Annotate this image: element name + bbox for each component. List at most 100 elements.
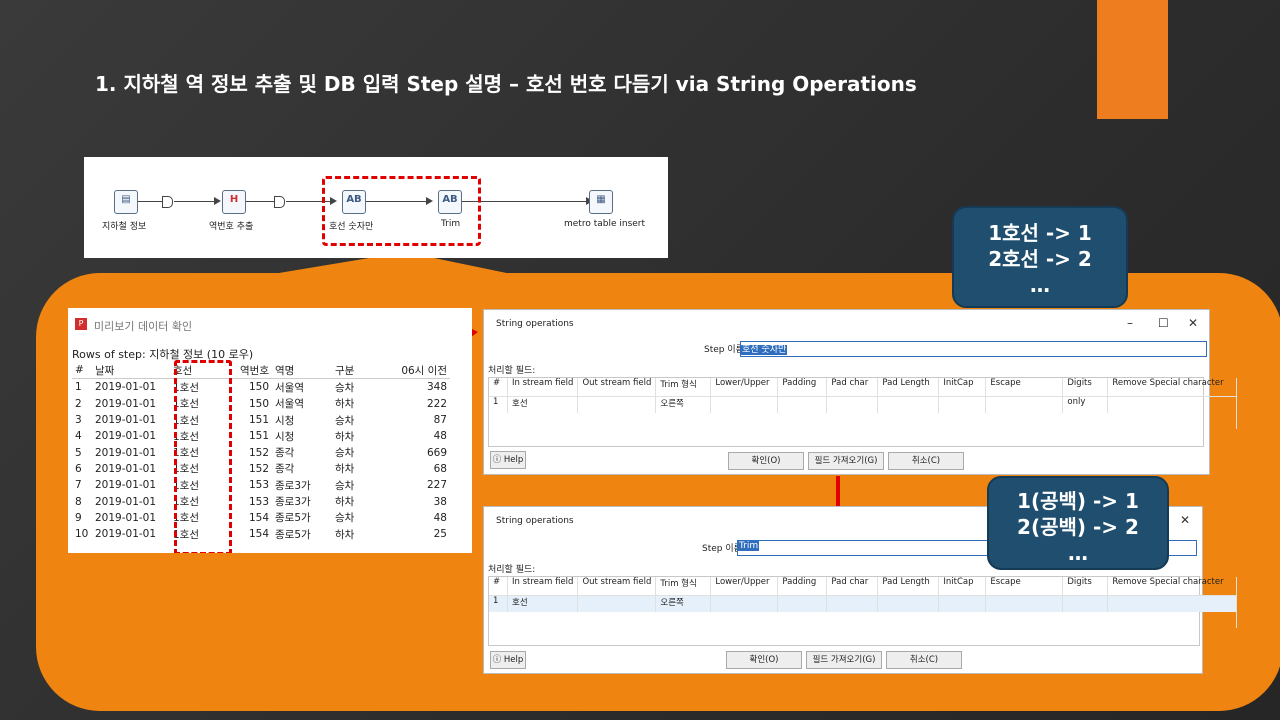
- cancel-button[interactable]: 취소(C): [888, 452, 964, 470]
- grid-col-header[interactable]: Pad Length: [877, 577, 940, 596]
- callout-2: 1(공백) -> 1 2(공백) -> 2 …: [987, 476, 1169, 570]
- col-header[interactable]: #: [72, 362, 92, 380]
- get-fields-button[interactable]: 필드 가져오기(G): [806, 651, 882, 669]
- grid-cell[interactable]: [877, 396, 940, 413]
- close-icon[interactable]: ✕: [1188, 316, 1198, 330]
- callout-line: 2(공백) -> 2: [1017, 515, 1139, 539]
- table-cell: 153: [248, 495, 269, 508]
- dialog-title: String operations: [496, 319, 574, 329]
- split-field-icon[interactable]: H: [222, 190, 246, 214]
- table-cell: 68: [433, 462, 447, 475]
- grid-cell[interactable]: [877, 595, 940, 612]
- grid-cell[interactable]: 호선: [507, 396, 579, 413]
- ok-button[interactable]: 확인(O): [726, 651, 802, 669]
- grid-col-header[interactable]: In stream field: [507, 577, 579, 596]
- table-header: # 날짜 호선 역번호 역명 구분 06시 이전: [72, 362, 450, 380]
- table-cell: 25: [433, 528, 447, 541]
- grid-col-header[interactable]: Trim 형식: [655, 378, 712, 397]
- preview-window: P 미리보기 데이터 확인 Rows of step: 지하철 정보 (10 로…: [68, 308, 472, 553]
- grid-cell[interactable]: [710, 595, 779, 612]
- grid-cell[interactable]: [710, 396, 779, 413]
- grid-cell[interactable]: [985, 396, 1064, 413]
- grid-cell[interactable]: [938, 595, 987, 612]
- help-button[interactable]: ⓘ Help: [490, 451, 526, 469]
- grid-col-header[interactable]: Trim 형식: [655, 577, 712, 596]
- grid-cell[interactable]: [577, 595, 657, 612]
- table-row[interactable]: 10 2019-01-01 1호선 154 종로5가 하차 25: [72, 526, 450, 542]
- grid-col-header[interactable]: Digits: [1062, 577, 1109, 596]
- table-cell: 시청: [275, 430, 295, 443]
- grid-col-header[interactable]: Pad char: [826, 577, 879, 596]
- table-row[interactable]: 8 2019-01-01 1호선 153 종로3가 하차 38: [72, 493, 450, 509]
- grid-cell[interactable]: 1: [489, 595, 508, 612]
- grid-cell[interactable]: [1062, 595, 1109, 612]
- hop-icon: [162, 196, 173, 208]
- grid-cell[interactable]: [826, 396, 879, 413]
- grid-col-header[interactable]: Remove Special character: [1107, 577, 1238, 596]
- table-row[interactable]: 5 2019-01-01 1호선 152 종각 승차 669: [72, 444, 450, 460]
- grid-col-header[interactable]: Padding: [777, 378, 828, 397]
- grid-col-header[interactable]: Remove Special character: [1107, 378, 1238, 397]
- col-header[interactable]: 구분: [332, 362, 388, 380]
- table-row[interactable]: 3 2019-01-01 1호선 151 시청 승차 87: [72, 412, 450, 428]
- grid-cell[interactable]: 1: [489, 396, 508, 413]
- grid-cell[interactable]: 호선: [507, 595, 579, 612]
- grid-col-header[interactable]: Escape: [985, 378, 1064, 397]
- grid-cell[interactable]: [777, 595, 828, 612]
- table-output-icon[interactable]: ▦: [589, 190, 613, 214]
- table-cell: 2019-01-01: [95, 495, 157, 508]
- grid-cell[interactable]: [938, 396, 987, 413]
- grid-col-header[interactable]: Escape: [985, 577, 1064, 596]
- help-button[interactable]: ⓘ Help: [490, 651, 526, 669]
- step-name-input[interactable]: 호선 숫자만: [740, 341, 1207, 357]
- col-header[interactable]: 역명: [272, 362, 332, 380]
- ok-button[interactable]: 확인(O): [728, 452, 804, 470]
- grid-col-header[interactable]: Out stream field: [577, 378, 657, 397]
- fields-label: 처리할 필드:: [488, 366, 536, 376]
- grid-cell[interactable]: [985, 595, 1064, 612]
- col-header[interactable]: 06시 이전: [388, 362, 450, 380]
- grid-cell[interactable]: [777, 396, 828, 413]
- col-header[interactable]: 역번호: [228, 362, 272, 380]
- grid-cell[interactable]: [1107, 396, 1238, 413]
- table-cell: 227: [426, 479, 447, 492]
- grid-cell[interactable]: [577, 396, 657, 413]
- get-fields-button[interactable]: 필드 가져오기(G): [808, 452, 884, 470]
- minimize-icon[interactable]: –: [1127, 316, 1133, 330]
- table-cell: 669: [426, 446, 447, 459]
- grid-col-header[interactable]: Pad char: [826, 378, 879, 397]
- grid-col-header[interactable]: Lower/Upper: [710, 577, 779, 596]
- grid-cell[interactable]: 오른쪽: [655, 595, 712, 612]
- table-row[interactable]: 9 2019-01-01 1호선 154 종로5가 승차 48: [72, 510, 450, 526]
- table-cell: 152: [248, 446, 269, 459]
- table-row[interactable]: 7 2019-01-01 1호선 153 종로3가 승차 227: [72, 477, 450, 493]
- grid-cell[interactable]: 오른쪽: [655, 396, 712, 413]
- table-row[interactable]: 6 2019-01-01 1호선 152 종각 하차 68: [72, 461, 450, 477]
- table-row: 1 호선 오른쪽 only: [489, 396, 1238, 413]
- fields-grid[interactable]: # In stream field Out stream field Trim 형식 L…: [488, 377, 1238, 447]
- grid-col-header[interactable]: Out stream field: [577, 577, 657, 596]
- grid-col-header[interactable]: Lower/Upper: [710, 378, 779, 397]
- table-row[interactable]: 2 2019-01-01 1호선 150 서울역 하차 222: [72, 396, 450, 412]
- grid-col-header[interactable]: Pad Length: [877, 378, 940, 397]
- table-row[interactable]: 1 2019-01-01 1호선 150 서울역 승차 348: [72, 379, 450, 396]
- maximize-icon[interactable]: ☐: [1158, 316, 1169, 330]
- col-header[interactable]: 날짜: [92, 362, 170, 380]
- grid-col-header[interactable]: Padding: [777, 577, 828, 596]
- grid-cell[interactable]: only: [1062, 396, 1109, 413]
- grid-col-header[interactable]: #: [489, 577, 508, 596]
- table-cell: 승차: [335, 447, 355, 460]
- close-icon[interactable]: ✕: [1180, 513, 1190, 527]
- grid-cell[interactable]: [1107, 595, 1238, 612]
- grid-col-header[interactable]: In stream field: [507, 378, 579, 397]
- grid-col-header[interactable]: Digits: [1062, 378, 1109, 397]
- input-file-icon[interactable]: ▤: [114, 190, 138, 214]
- grid-col-header[interactable]: #: [489, 378, 508, 397]
- preview-title: 미리보기 데이터 확인: [94, 320, 193, 333]
- fields-grid[interactable]: # In stream field Out stream field Trim 형식 L…: [488, 576, 1238, 646]
- table-row[interactable]: 4 2019-01-01 1호선 151 시청 하차 48: [72, 428, 450, 444]
- cancel-button[interactable]: 취소(C): [886, 651, 962, 669]
- grid-cell[interactable]: [826, 595, 879, 612]
- grid-col-header[interactable]: InitCap: [938, 378, 987, 397]
- grid-col-header[interactable]: InitCap: [938, 577, 987, 596]
